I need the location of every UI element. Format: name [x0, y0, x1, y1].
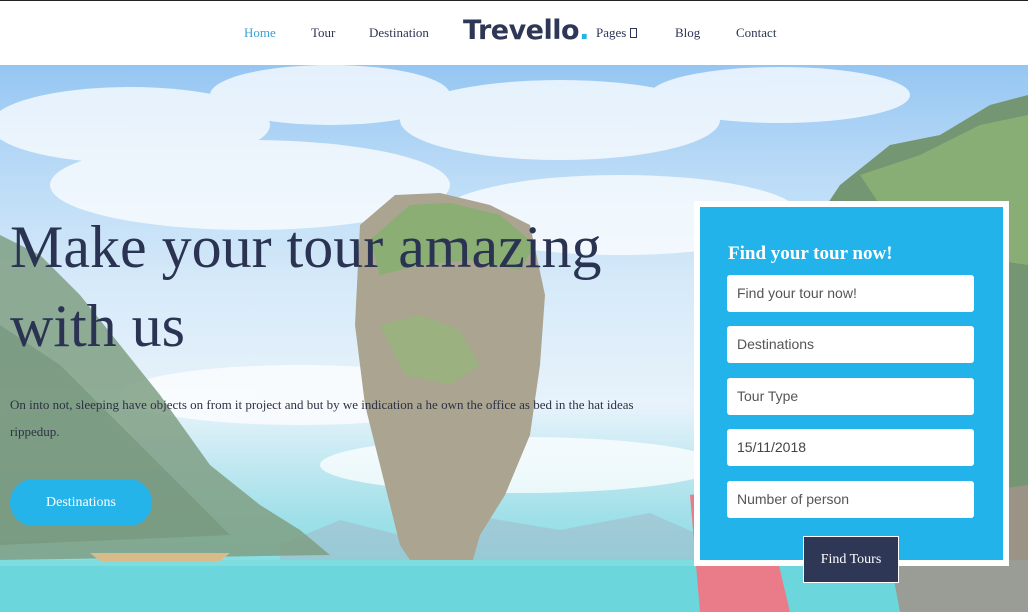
tour-search-title: Find your tour now!	[728, 243, 893, 264]
site-header: Home Tour Destination Trevello. Pages Bl…	[0, 0, 1028, 65]
nav-tour[interactable]: Tour	[311, 25, 335, 41]
nav-home[interactable]: Home	[244, 25, 276, 41]
logo-text: Trevello	[463, 15, 580, 46]
tour-type-input[interactable]	[727, 378, 974, 415]
tour-search-widget: Find your tour now!	[694, 201, 1009, 566]
destinations-button[interactable]: Destinations	[10, 479, 152, 526]
nav-pages-label: Pages	[596, 25, 627, 40]
hero-headline: Make your tour amazing with us	[10, 214, 602, 359]
nav-contact[interactable]: Contact	[736, 25, 776, 41]
hero-description: On into not, sleeping have objects on fr…	[10, 397, 634, 439]
dropdown-icon	[630, 28, 638, 38]
tour-search-panel: Find your tour now!	[700, 207, 1003, 560]
keyword-input[interactable]	[727, 275, 974, 312]
nav-blog[interactable]: Blog	[675, 25, 700, 41]
nav-pages[interactable]: Pages	[596, 25, 638, 41]
destination-input[interactable]	[727, 326, 974, 363]
persons-input[interactable]	[727, 481, 974, 518]
date-input[interactable]	[727, 429, 974, 466]
site-logo[interactable]: Trevello.	[463, 15, 589, 46]
logo-dot: .	[579, 15, 589, 46]
find-tours-button[interactable]: Find Tours	[803, 536, 899, 583]
nav-destination[interactable]: Destination	[369, 25, 429, 41]
